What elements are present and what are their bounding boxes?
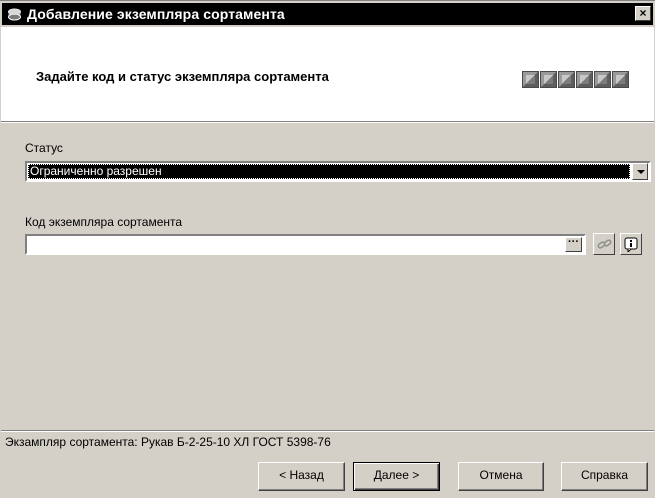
info-icon (624, 237, 638, 252)
status-label: Статус (25, 141, 63, 155)
status-selected-value: Ограниченно разрешен (28, 164, 630, 179)
header-divider (1, 122, 654, 123)
wizard-header: Задайте код и статус экземпляра сортамен… (1, 27, 654, 122)
assortment-app-icon (8, 8, 21, 21)
window-title: Добавление экземпляра сортамента (27, 6, 285, 22)
step-marker-icon (540, 71, 557, 88)
ellipsis-icon: ··· (568, 236, 579, 248)
wizard-step-heading: Задайте код и статус экземпляра сортамен… (36, 69, 329, 84)
status-bar-text: Экзампляр сортамента: Рукав Б-2-25-10 ХЛ… (5, 435, 331, 449)
cancel-button[interactable]: Отмена (458, 462, 544, 491)
step-marker-icon (558, 71, 575, 88)
back-button[interactable]: < Назад (258, 462, 345, 491)
chain-link-icon (597, 239, 612, 249)
info-button[interactable] (620, 233, 642, 255)
code-input[interactable]: ··· (25, 234, 586, 255)
dialog-window: Добавление экземпляра сортамента × Задай… (0, 0, 655, 498)
step-marker-icon (594, 71, 611, 88)
step-indicator (522, 71, 629, 88)
title-bar[interactable]: Добавление экземпляра сортамента × (2, 3, 653, 25)
step-marker-icon (522, 71, 539, 88)
code-label: Код экземпляра сортамента (25, 215, 183, 229)
chevron-down-icon[interactable] (632, 163, 648, 180)
status-dropdown[interactable]: Ограниченно разрешен (25, 161, 651, 182)
next-button[interactable]: Далее > (353, 462, 440, 491)
close-icon: × (639, 6, 647, 20)
status-bar: Экзампляр сортамента: Рукав Б-2-25-10 ХЛ… (1, 430, 654, 450)
step-marker-icon (576, 71, 593, 88)
close-button[interactable]: × (635, 6, 651, 21)
help-button[interactable]: Справка (561, 462, 648, 491)
step-marker-icon (612, 71, 629, 88)
link-button[interactable] (593, 233, 615, 255)
browse-button[interactable]: ··· (565, 237, 582, 252)
